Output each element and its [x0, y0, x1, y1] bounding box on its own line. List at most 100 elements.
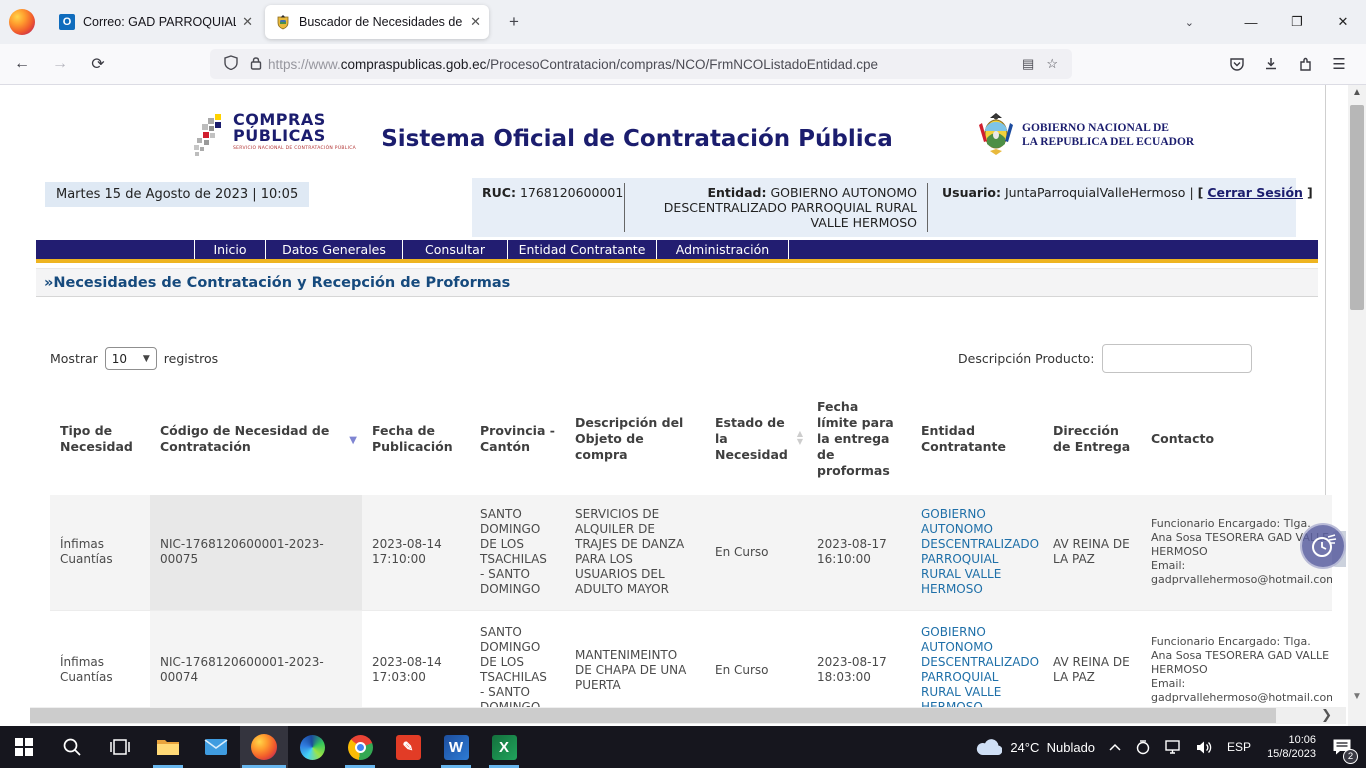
menu-hamburger-icon[interactable]: ☰	[1322, 50, 1356, 78]
tray-expand-button[interactable]	[1102, 726, 1128, 768]
edge-taskbar-button[interactable]	[288, 726, 336, 768]
file-explorer-button[interactable]	[144, 726, 192, 768]
reader-view-icon[interactable]: ▤	[1022, 56, 1034, 72]
tab-close-icon[interactable]: ✕	[242, 14, 253, 30]
floating-timer-widget[interactable]	[1300, 523, 1346, 573]
mail-icon	[204, 738, 228, 756]
bookmark-star-icon[interactable]: ☆	[1046, 56, 1058, 72]
cell-fecha-limite: 2023-08-17 16:10:00	[807, 495, 911, 610]
scroll-up-arrow-icon[interactable]: ▲	[1348, 87, 1366, 98]
logout-bracket-open: [	[1198, 185, 1204, 200]
vertical-scrollbar[interactable]: ▲ ▼	[1348, 85, 1366, 726]
weather-widget[interactable]: 24°C Nublado	[969, 726, 1102, 768]
nav-item-entidad-contratante[interactable]: Entidad Contratante	[508, 240, 657, 259]
col-header-estado[interactable]: Estado de la Necesidad▲▼	[705, 383, 807, 495]
col-header-codigo[interactable]: Código de Necesidad de Contratación▼	[150, 383, 362, 495]
cell-contacto: Funcionario Encargado: Tlga. Ana Sosa TE…	[1141, 610, 1332, 707]
tab-close-icon[interactable]: ✕	[470, 14, 481, 30]
taskbar-clock[interactable]: 10:06 15/8/2023	[1258, 733, 1325, 761]
col-header-fecha-limite[interactable]: Fecha límite para la entrega de proforma…	[807, 383, 911, 495]
horizontal-scrollbar-thumb[interactable]	[30, 708, 1276, 723]
url-text[interactable]: https://www.compraspublicas.gob.ec/Proce…	[268, 57, 1016, 72]
nav-item-consultar[interactable]: Consultar	[403, 240, 508, 259]
col-header-direccion[interactable]: Dirección de Entrega	[1043, 383, 1141, 495]
lock-icon[interactable]	[250, 56, 262, 73]
window-minimize-button[interactable]: —	[1228, 5, 1274, 39]
window-close-button[interactable]: ✕	[1320, 5, 1366, 39]
cell-entidad-link[interactable]: GOBIERNO AUTONOMO DESCENTRALIZADO PARROQ…	[911, 495, 1043, 610]
vertical-scrollbar-thumb[interactable]	[1350, 105, 1364, 310]
tab-title: Buscador de Necesidades de Co	[299, 15, 464, 29]
meet-now-button[interactable]	[1128, 726, 1158, 768]
volume-button[interactable]	[1189, 726, 1220, 768]
excel-icon: X	[492, 735, 517, 760]
network-icon	[1165, 740, 1182, 755]
action-center-button[interactable]: 2	[1325, 726, 1366, 768]
col-header-provincia[interactable]: Provincia - Cantón	[470, 383, 565, 495]
mail-app-button[interactable]	[192, 726, 240, 768]
tab-correo[interactable]: O Correo: GAD PARROQUIAL VALL ✕	[49, 5, 261, 39]
system-title: Sistema Oficial de Contratación Pública	[337, 126, 937, 152]
horizontal-scrollbar[interactable]: ❯	[30, 707, 1346, 724]
compras-publicas-mosaic-icon	[193, 112, 229, 162]
logout-link[interactable]: Cerrar Sesión	[1207, 185, 1303, 200]
sort-both-icon: ▲▼	[797, 430, 803, 446]
extensions-icon[interactable]	[1288, 50, 1322, 78]
cell-fecha-publicacion: 2023-08-14 17:03:00	[362, 610, 470, 707]
user-label: Usuario:	[942, 185, 1001, 200]
product-filter-input[interactable]	[1102, 344, 1252, 373]
col-header-contacto[interactable]: Contacto	[1141, 383, 1332, 495]
records-label: registros	[164, 351, 218, 366]
temperature: 24°C	[1010, 740, 1039, 755]
cell-tipo: Ínfimas Cuantías	[50, 495, 150, 610]
nav-item-inicio[interactable]: Inicio	[195, 240, 266, 259]
language-indicator[interactable]: ESP	[1220, 726, 1258, 768]
new-tab-button[interactable]: +	[501, 10, 527, 34]
col-header-fecha-publicacion[interactable]: Fecha de Publicación	[362, 383, 470, 495]
cell-direccion: AV REINA DE LA PAZ	[1043, 610, 1141, 707]
timer-clock-icon[interactable]	[1300, 523, 1346, 569]
page-size-select[interactable]: 10 ▼	[105, 347, 157, 370]
col-header-entidad[interactable]: Entidad Contratante	[911, 383, 1043, 495]
nav-item-datos-generales[interactable]: Datos Generales	[266, 240, 403, 259]
tracking-shield-icon[interactable]	[224, 55, 238, 73]
pdf-app-button[interactable]: ✎	[384, 726, 432, 768]
cell-descripcion: MANTENIMEINTO DE CHAPA DE UNA PUERTA	[565, 610, 705, 707]
navbar-spacer	[36, 240, 195, 259]
forward-button[interactable]: →	[44, 50, 76, 78]
reload-button[interactable]: ⟳	[82, 50, 114, 78]
list-tabs-chevron-icon[interactable]: ⌄	[1185, 16, 1194, 29]
ruc-value: 1768120600001	[520, 185, 623, 200]
back-button[interactable]: ←	[6, 50, 38, 78]
word-taskbar-button[interactable]: W	[432, 726, 480, 768]
col-header-descripcion[interactable]: Descripción del Objeto de compra	[565, 383, 705, 495]
cell-tipo: Ínfimas Cuantías	[50, 610, 150, 707]
url-bar[interactable]: https://www.compraspublicas.gob.ec/Proce…	[210, 49, 1072, 79]
scroll-right-arrow-icon[interactable]: ❯	[1321, 707, 1332, 724]
nav-item-administracion[interactable]: Administración	[657, 240, 789, 259]
taskbar-search-button[interactable]	[48, 726, 96, 768]
ruc-label: RUC:	[482, 185, 516, 200]
task-view-button[interactable]	[96, 726, 144, 768]
sort-desc-icon: ▼	[349, 433, 357, 449]
firefox-taskbar-button[interactable]	[240, 726, 288, 768]
col-header-tipo[interactable]: Tipo de Necesidad	[50, 383, 150, 495]
tab-buscador[interactable]: Buscador de Necesidades de Co ✕	[265, 5, 489, 39]
filter-label: Descripción Producto:	[958, 351, 1094, 366]
user-info: Usuario: JuntaParroquialValleHermoso | […	[928, 183, 1296, 232]
scroll-down-arrow-icon[interactable]: ▼	[1348, 691, 1366, 702]
firefox-logo-icon	[9, 9, 35, 35]
start-button[interactable]	[0, 726, 48, 768]
downloads-icon[interactable]	[1254, 50, 1288, 78]
show-label: Mostrar	[50, 351, 98, 366]
cell-fecha-limite: 2023-08-17 18:03:00	[807, 610, 911, 707]
cell-entidad-link[interactable]: GOBIERNO AUTONOMO DESCENTRALIZADO PARROQ…	[911, 610, 1043, 707]
pocket-icon[interactable]	[1220, 50, 1254, 78]
entity-info: Entidad: GOBIERNO AUTONOMO DESCENTRALIZA…	[624, 183, 928, 232]
network-button[interactable]	[1158, 726, 1189, 768]
needs-table-wrap: Tipo de Necesidad Código de Necesidad de…	[50, 383, 1332, 707]
cell-estado: En Curso	[705, 610, 807, 707]
chrome-taskbar-button[interactable]	[336, 726, 384, 768]
excel-taskbar-button[interactable]: X	[480, 726, 528, 768]
window-maximize-button[interactable]: ❐	[1274, 5, 1320, 39]
